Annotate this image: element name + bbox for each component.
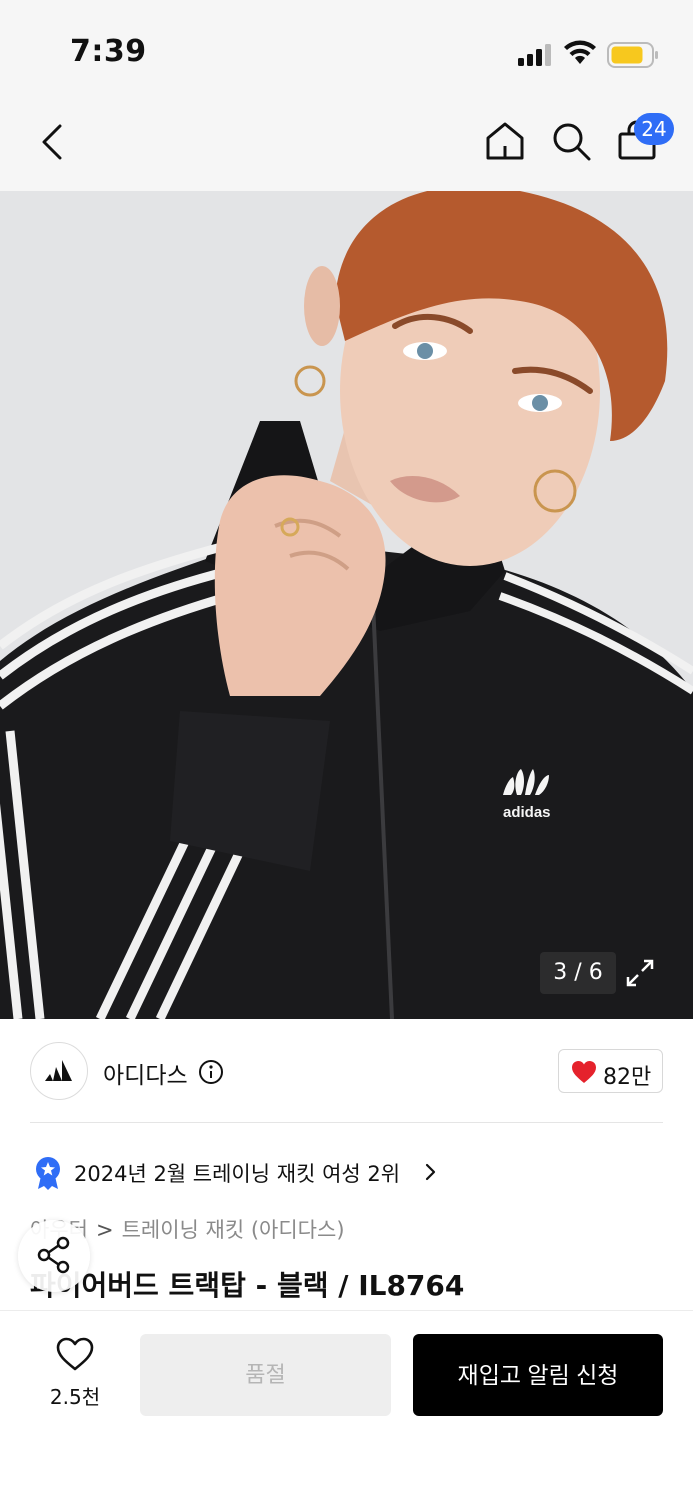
status-bar: 7:39	[0, 0, 693, 100]
product-title: 파이어버드 트랙탑 - 블랙 / IL8764	[30, 1269, 465, 1302]
expand-icon[interactable]	[624, 957, 656, 989]
home-icon[interactable]	[484, 120, 526, 162]
ranking-text[interactable]: 2024년 2월 트레이닝 재킷 여성 2위	[74, 1158, 400, 1188]
cellular-signal-icon	[518, 44, 551, 66]
bottom-action-bar: 2.5천 품절 재입고 알림 신청	[0, 1310, 693, 1500]
chevron-right-icon[interactable]	[424, 1160, 438, 1184]
ranking-badge-icon	[36, 1157, 60, 1190]
share-icon	[37, 1236, 70, 1274]
product-image-carousel[interactable]: adidas	[0, 191, 693, 1019]
brand-name[interactable]: 아디다스	[103, 1056, 188, 1090]
soldout-button: 품절	[140, 1334, 391, 1416]
brand-logo[interactable]	[30, 1042, 88, 1100]
breadcrumb-separator: >	[95, 1218, 114, 1242]
battery-icon	[607, 42, 658, 68]
restock-alert-button[interactable]: 재입고 알림 신청	[413, 1334, 663, 1416]
back-arrow-icon[interactable]	[36, 120, 70, 164]
jacket-logo-text: adidas	[503, 804, 551, 821]
image-counter: 3 / 6	[540, 952, 616, 994]
brand-like-button[interactable]: 82만	[558, 1049, 663, 1093]
wishlist-button[interactable]: 2.5천	[38, 1337, 112, 1417]
brand-like-count: 82만	[603, 1065, 652, 1090]
share-button[interactable]	[18, 1220, 90, 1292]
product-photo: adidas	[0, 191, 693, 1019]
wifi-icon	[564, 40, 596, 64]
info-icon[interactable]	[198, 1059, 224, 1085]
section-divider	[30, 1122, 663, 1123]
wishlist-count: 2.5천	[49, 1385, 101, 1409]
heart-outline-icon	[56, 1337, 94, 1371]
heart-filled-icon	[572, 1061, 596, 1083]
cart-count-badge: 24	[634, 113, 674, 145]
search-icon[interactable]	[550, 120, 592, 162]
top-navigation-bar: 24	[0, 100, 693, 191]
adidas-logo-icon	[45, 1060, 72, 1081]
status-time: 7:39	[70, 34, 147, 69]
breadcrumb-item-category[interactable]: 트레이닝 재킷 (아디다스)	[122, 1218, 345, 1242]
